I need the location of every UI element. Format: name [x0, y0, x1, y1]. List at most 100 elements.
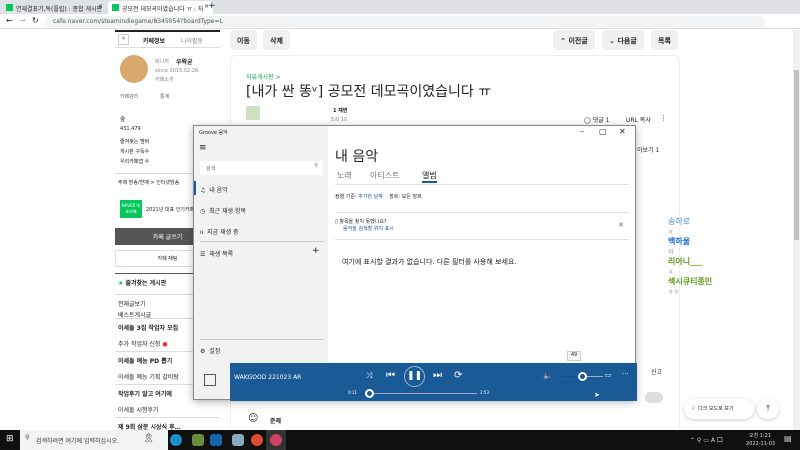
tab-title: 공모전 데모곡이였습니다 ㅠ : 자: [122, 6, 204, 13]
comment-name[interactable]: 리아니___: [668, 256, 768, 267]
next-icon[interactable]: ⏭: [433, 370, 442, 381]
minimize-icon[interactable]: –: [580, 127, 584, 136]
shuffle-icon[interactable]: ⤨: [366, 371, 372, 381]
naver-cafe-icon: [6, 4, 13, 11]
comment-author[interactable]: 준제: [270, 416, 281, 425]
volume-icon[interactable]: 🔈: [543, 372, 552, 380]
scroll-top-icon[interactable]: ⤒: [757, 399, 779, 419]
comment-name[interactable]: 섹시큐티종민: [668, 276, 768, 287]
volume-handle[interactable]: [577, 372, 587, 381]
edge-icon[interactable]: [170, 434, 182, 446]
new-badge-icon: ●: [162, 341, 168, 348]
mouse-cursor-icon: ➤: [594, 391, 600, 399]
toggle-switch[interactable]: [645, 392, 663, 403]
search-placeholder: 검색하려면 여기에 입력하십시오.: [36, 438, 120, 445]
comment-count[interactable]: ◯ 댓글 1: [584, 115, 609, 124]
chrome-icon[interactable]: [251, 434, 263, 446]
comment-name[interactable]: 송하로: [668, 216, 768, 227]
close-tab-icon[interactable]: ×: [98, 3, 103, 10]
url-input[interactable]: cafe.naver.com/steamindiegame/8345054?bo…: [45, 16, 765, 27]
url-copy-button[interactable]: URL 복사: [626, 115, 651, 124]
tab-cafe-info[interactable]: 카페정보: [143, 36, 165, 45]
more-options-icon[interactable]: ⋮: [660, 114, 667, 122]
comment-name[interactable]: 백하울: [668, 236, 768, 247]
hamburger-icon[interactable]: ≡: [199, 143, 207, 153]
star-icon[interactable]: ★: [118, 34, 129, 45]
divider: [335, 212, 629, 213]
seek-bar[interactable]: [362, 393, 477, 394]
repeat-icon[interactable]: ⟳: [454, 370, 462, 381]
tab-songs[interactable]: 노래: [337, 170, 352, 181]
tab-artists[interactable]: 아티스트: [370, 170, 399, 181]
seek-handle[interactable]: [365, 389, 375, 398]
clock-date[interactable]: 2022-11-03: [746, 441, 775, 447]
browser-tab-bar: 연재결표기,독(플립) : 종합 게시판 × 공모전 데모곡이였습니다 ㅠ : 자…: [0, 0, 800, 14]
tab-albums[interactable]: 앨범: [422, 170, 437, 183]
vegas-icon[interactable]: [210, 434, 222, 446]
notification-icon[interactable]: ▤: [784, 434, 792, 443]
player-bar: WAKGOOD 221023 AR ⤨ ⏮ ❚❚ ⏭ ⟳ 0:11 2:53 🔈…: [230, 363, 637, 401]
list-button[interactable]: 목록: [651, 30, 678, 50]
nav-now-playing[interactable]: ıı 지금 재생 중: [200, 227, 239, 236]
album-art-icon[interactable]: [204, 374, 216, 386]
naver-representative-badge: NAVER 대표카페: [120, 200, 142, 218]
groove-taskbar-active[interactable]: [266, 430, 286, 450]
new-tab-button[interactable]: +: [208, 1, 216, 11]
nav-playlists[interactable]: ☰ 재생 목록: [200, 249, 233, 258]
show-locations-link[interactable]: 음악을 검색할 위치 표시: [343, 226, 394, 232]
minecraft-icon[interactable]: [192, 434, 204, 446]
genre-dropdown[interactable]: 모든 장르: [402, 194, 422, 200]
more-icon[interactable]: ···: [622, 370, 629, 378]
nav-my-music[interactable]: ♫ 내 음악: [200, 185, 228, 194]
scrollbar-thumb[interactable]: [794, 70, 799, 240]
award-text: 2021년 대표 인기카페: [146, 207, 195, 213]
mini-view-icon[interactable]: ▭: [605, 371, 612, 379]
cafe-level: 숲: [120, 116, 126, 123]
total-duration: 2:53: [480, 390, 489, 395]
add-playlist-icon[interactable]: +: [312, 246, 320, 256]
board-link[interactable]: 이세돌 시청후기: [115, 402, 220, 417]
nav-recent[interactable]: ◷ 최근 재생 항목: [200, 206, 246, 215]
delete-button[interactable]: 삭제: [263, 30, 290, 50]
dismiss-icon[interactable]: ✕: [618, 221, 624, 229]
move-button[interactable]: 이동: [230, 30, 257, 50]
windows-start-icon[interactable]: ⊞: [6, 434, 14, 444]
elapsed-time: 0:11: [348, 390, 357, 395]
previous-icon[interactable]: ⏮: [386, 370, 395, 381]
browser-tab-active[interactable]: 공모전 데모곡이였습니다 ㅠ : 자 ×: [108, 1, 213, 14]
dark-mode-label: 다크 모드로 보기: [698, 406, 734, 412]
sort-dropdown[interactable]: 추가한 날짜: [358, 194, 383, 200]
pause-button[interactable]: ❚❚: [404, 366, 425, 387]
tray-icons[interactable]: ⌃ ⚲ ▭ A 囗: [690, 435, 723, 444]
nav-settings[interactable]: ⚙ 설정: [200, 346, 220, 355]
notepad-icon[interactable]: [232, 434, 244, 446]
search-icon: ⚲: [25, 434, 30, 441]
search-input[interactable]: 검색 ⚲: [200, 161, 323, 175]
tab-my-activity[interactable]: 나의활동: [181, 36, 203, 45]
back-icon[interactable]: ←: [6, 16, 13, 25]
author-avatar: [246, 106, 260, 120]
page-heading: 내 음악: [335, 149, 379, 165]
clock-time[interactable]: 오전 1:21: [749, 432, 771, 439]
forward-icon[interactable]: →: [19, 16, 26, 25]
next-label: 다음글: [617, 37, 637, 45]
browser-tab[interactable]: 연재결표기,독(플립) : 종합 게시판 ×: [2, 1, 107, 14]
reload-icon[interactable]: ↻: [32, 16, 39, 25]
author-level: 1 재변: [333, 108, 348, 114]
volume-tooltip: 49: [567, 351, 581, 361]
prev-post-button[interactable]: ⌃ 이전글: [553, 30, 595, 50]
see-more-link[interactable]: 이보기 1: [637, 145, 659, 154]
dark-mode-button[interactable]: ☾ 다크 모드로 보기: [684, 399, 754, 419]
sort-label: 정렬 기준:: [335, 194, 357, 200]
close-icon[interactable]: ✕: [619, 127, 626, 136]
report-link[interactable]: 신고: [651, 367, 662, 376]
search-icon[interactable]: ⚲: [314, 163, 318, 169]
taskbar: ⊞ ⚲ 검색하려면 여기에 입력하십시오. 🎗 ⌃ ⚲ ▭ A 囗 오전 1:21…: [0, 430, 800, 450]
comment-text: ㅎㅎ: [668, 289, 680, 296]
board-link[interactable]: 자유게시판 >: [246, 72, 281, 81]
cafe-topic: 주제 방송/연예 > 인터넷방송: [115, 173, 193, 191]
address-bar-row: ← → ↻ cafe.naver.com/steamindiegame/8345…: [0, 14, 800, 29]
cortana-ribbon-icon[interactable]: 🎗: [143, 434, 154, 444]
maximize-icon[interactable]: ▢: [599, 127, 607, 136]
next-post-button[interactable]: ⌄ 다음글: [602, 30, 644, 50]
